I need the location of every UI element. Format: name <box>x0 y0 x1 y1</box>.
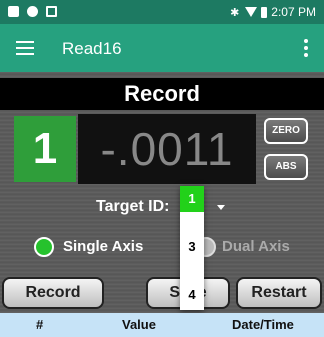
app-toolbar: Read16 <box>0 24 324 72</box>
app-title: Read16 <box>62 39 122 58</box>
dual-axis-label[interactable]: Dual Axis <box>222 238 290 255</box>
main-panel: Record 1 -.0011 ZERO ABS Target ID: Sing… <box>0 72 324 313</box>
overflow-menu-icon[interactable] <box>304 39 308 57</box>
action-buttons: Record Save Restart <box>0 277 324 311</box>
reading-display-row: 1 -.0011 ZERO ABS <box>0 114 324 184</box>
dropdown-option[interactable]: 1 <box>180 186 204 212</box>
zero-button[interactable]: ZERO <box>264 118 308 144</box>
menu-icon[interactable] <box>16 41 34 55</box>
wifi-icon <box>245 7 258 17</box>
target-id-row: Target ID: <box>0 196 324 218</box>
target-id-dropdown[interactable]: 1 3 4 <box>180 186 204 310</box>
table-header: # Value Date/Time <box>0 313 324 337</box>
status-right: ✱ 2:07 PM <box>230 5 316 19</box>
page-title: Record <box>0 78 324 110</box>
bluetooth-icon: ✱ <box>230 6 240 19</box>
restart-button[interactable]: Restart <box>236 277 322 309</box>
single-axis-radio[interactable] <box>34 237 54 257</box>
dropdown-arrow-icon[interactable] <box>217 205 225 210</box>
record-button[interactable]: Record <box>2 277 104 309</box>
status-bar: ✱ 2:07 PM <box>0 0 324 24</box>
battery-icon <box>261 6 268 18</box>
abs-button[interactable]: ABS <box>264 154 308 180</box>
circle-icon <box>27 6 38 17</box>
target-id-label: Target ID: <box>96 198 170 215</box>
window-icon <box>46 6 57 17</box>
single-axis-label[interactable]: Single Axis <box>63 238 143 255</box>
column-header-value: Value <box>122 317 156 332</box>
channel-id-box: 1 <box>14 116 76 182</box>
dropdown-option[interactable]: 3 <box>180 234 204 260</box>
column-header-number: # <box>36 317 44 332</box>
column-header-datetime: Date/Time <box>232 317 294 332</box>
status-time: 2:07 PM <box>271 5 316 19</box>
reading-value: -.0011 <box>78 114 256 184</box>
notification-icons <box>8 6 57 17</box>
square-icon <box>8 6 19 17</box>
dropdown-option[interactable]: 4 <box>180 282 204 308</box>
axis-mode-row: Single Axis Dual Axis <box>0 235 324 259</box>
